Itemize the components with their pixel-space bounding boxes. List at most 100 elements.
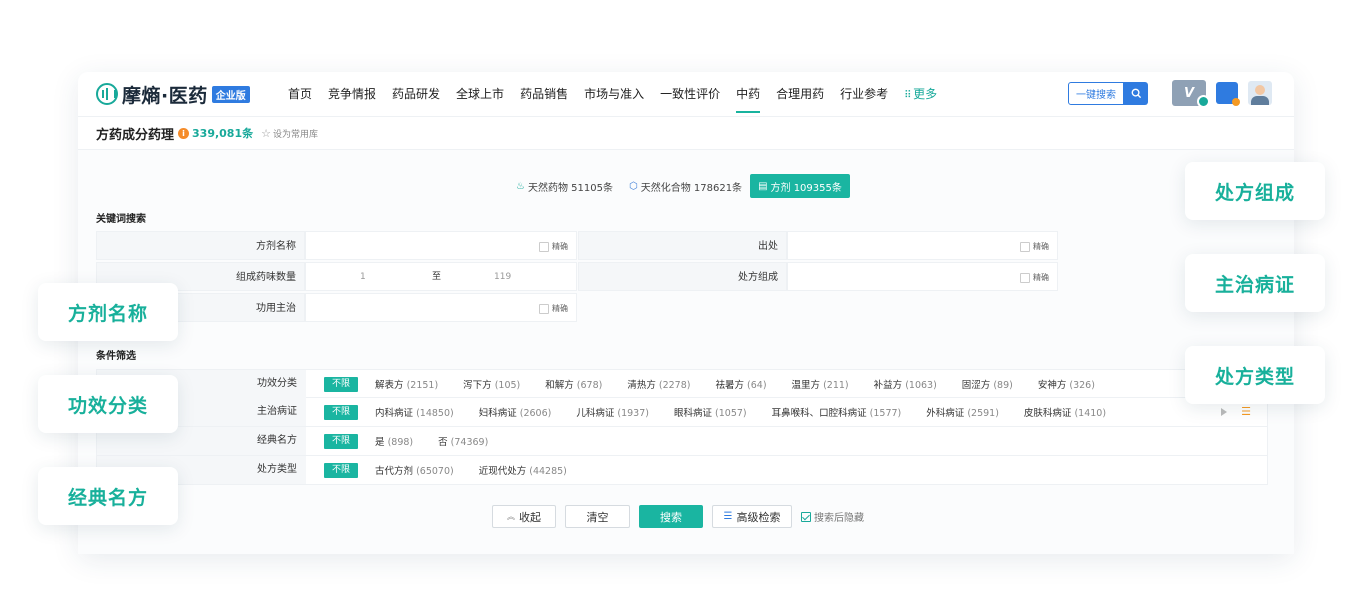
filter-all-tag[interactable]: 不限 bbox=[324, 376, 359, 392]
formula-name-label: 方剂名称 bbox=[96, 231, 305, 260]
filter-option[interactable]: 内科病证 (14850) bbox=[375, 405, 454, 419]
filter-option[interactable]: 否 (74369) bbox=[438, 434, 488, 448]
filter-option-name: 和解方 bbox=[545, 380, 574, 391]
source-label: 出处 bbox=[578, 231, 787, 260]
grid-dots-icon: ⠿ bbox=[904, 90, 912, 101]
filter-option[interactable]: 祛暑方 (64) bbox=[715, 377, 766, 391]
filter-option[interactable]: 眼科病证 (1057) bbox=[674, 405, 747, 419]
formula-name-input[interactable]: 精确 bbox=[305, 231, 577, 260]
range-max-input[interactable]: 119 bbox=[494, 263, 511, 292]
composition-input[interactable]: 精确 bbox=[787, 262, 1058, 291]
nav-item[interactable]: 全球上市 bbox=[456, 72, 504, 116]
filter-option-name: 安神方 bbox=[1037, 380, 1067, 391]
filter-all-tag[interactable]: 不限 bbox=[324, 462, 359, 478]
filter-option[interactable]: 古代方剂 (65070) bbox=[375, 463, 454, 477]
exact-checkbox[interactable]: 精确 bbox=[1020, 241, 1049, 252]
nav-item[interactable]: 中药 bbox=[736, 72, 761, 116]
filter-option[interactable]: 妇科病证 (2606) bbox=[479, 405, 552, 419]
filter-option-name: 补益方 bbox=[873, 380, 903, 391]
filter-option-count: (65070) bbox=[416, 466, 454, 477]
hide-after-search-checkbox[interactable]: 搜索后隐藏 bbox=[801, 509, 864, 524]
callout-efficacy: 功效分类 bbox=[38, 375, 178, 433]
nav-more[interactable]: ⠿ 更多 bbox=[904, 72, 937, 116]
filter-option[interactable]: 安神方 (326) bbox=[1038, 377, 1095, 391]
checkbox-icon bbox=[1020, 272, 1030, 283]
indication-input[interactable]: 精确 bbox=[305, 293, 577, 322]
exact-checkbox[interactable]: 精确 bbox=[1020, 272, 1049, 283]
favorite-label: 设为常用库 bbox=[273, 129, 319, 140]
filter-option[interactable]: 解表方 (2151) bbox=[375, 377, 438, 391]
filter-option-name: 古代方剂 bbox=[375, 466, 414, 477]
filter-option-name: 固涩方 bbox=[961, 380, 991, 391]
filter-all-tag[interactable]: 不限 bbox=[324, 404, 359, 420]
keyword-row: 方剂名称 精确 出处 精确 bbox=[96, 231, 1058, 262]
callout-indication: 主治病证 bbox=[1185, 254, 1325, 312]
quick-search-button[interactable] bbox=[1124, 82, 1148, 105]
exact-checkbox[interactable]: 精确 bbox=[539, 303, 568, 314]
nav-item[interactable]: 首页 bbox=[288, 72, 312, 116]
filter-option-count: (1937) bbox=[617, 408, 649, 419]
vip-icon[interactable]: V bbox=[1172, 80, 1210, 108]
nav-item[interactable]: 市场与准入 bbox=[584, 72, 644, 116]
source-input[interactable]: 精确 bbox=[787, 231, 1058, 260]
filter-search-icon[interactable]: ☰ bbox=[1241, 405, 1251, 418]
keyword-row: 功用主治 精确 bbox=[96, 293, 1058, 324]
filter-option[interactable]: 补益方 (1063) bbox=[874, 377, 937, 391]
filter-option[interactable]: 近现代处方 (44285) bbox=[479, 463, 567, 477]
filter-option-name: 外科病证 bbox=[926, 408, 965, 419]
clear-button[interactable]: 清空 bbox=[565, 505, 630, 528]
collapse-button[interactable]: ︽ 收起 bbox=[492, 505, 556, 528]
callout-prescription-type: 处方类型 bbox=[1185, 346, 1325, 404]
database-tab-label: 天然药物 51105条 bbox=[527, 182, 613, 194]
nav-item[interactable]: 竞争情报 bbox=[328, 72, 376, 116]
keyword-form: 方剂名称 精确 出处 精确 组成药味数量 1 至 119 处方组成 精确 功用主… bbox=[96, 231, 1058, 324]
nav-item[interactable]: 行业参考 bbox=[840, 72, 888, 116]
filter-option-count: (2606) bbox=[519, 408, 552, 419]
document-icon: ▤ bbox=[758, 180, 768, 192]
callout-formula-name: 方剂名称 bbox=[38, 283, 178, 341]
filter-option[interactable]: 固涩方 (89) bbox=[962, 377, 1013, 391]
filter-option-count: (326) bbox=[1069, 380, 1095, 391]
filter-row: 功效分类 不限 解表方 (2151) 泻下方 (105) 和解方 (678) 清热方 (2… bbox=[96, 369, 1268, 398]
avatar[interactable] bbox=[1248, 81, 1272, 105]
checkbox-icon bbox=[539, 303, 549, 314]
exact-checkbox[interactable]: 精确 bbox=[539, 241, 568, 252]
filter-option[interactable]: 儿科病证 (1937) bbox=[576, 405, 649, 419]
advanced-search-button[interactable]: ☰ 高级检索 bbox=[712, 505, 792, 528]
favorite-button[interactable]: ☆ 设为常用库 bbox=[261, 127, 318, 140]
filter-option[interactable]: 外科病证 (2591) bbox=[926, 405, 999, 419]
filter-option-count: (211) bbox=[823, 380, 849, 391]
range-min-input[interactable]: 1 bbox=[360, 263, 366, 292]
filter-option-count: (2151) bbox=[406, 380, 439, 391]
database-tab[interactable]: ▤ 方剂 109355条 bbox=[750, 174, 850, 198]
filter-options: 不限 内科病证 (14850) 妇科病证 (2606) 儿科病证 (1937) 眼科病证… bbox=[324, 398, 1131, 426]
nav-item[interactable]: 药品销售 bbox=[520, 72, 568, 116]
database-tab[interactable]: ♨ 天然药物 51105条 bbox=[508, 174, 621, 198]
manual-icon[interactable] bbox=[1216, 82, 1240, 106]
page-header: 方药成分药理 i 339,081条 ☆ 设为常用库 bbox=[78, 116, 1294, 150]
filter-option[interactable]: 泻下方 (105) bbox=[463, 377, 520, 391]
filter-option[interactable]: 清热方 (2278) bbox=[627, 377, 690, 391]
search-button[interactable]: 搜索 bbox=[639, 505, 703, 528]
nav-item[interactable]: 药品研发 bbox=[392, 72, 440, 116]
filter-option-name: 是 bbox=[375, 437, 385, 448]
filter-option[interactable]: 是 (898) bbox=[375, 434, 413, 448]
nav-item[interactable]: 一致性评价 bbox=[660, 72, 720, 116]
filter-option[interactable]: 耳鼻喉科、口腔科病证 (1577) bbox=[772, 405, 902, 419]
nav-item[interactable]: 合理用药 bbox=[776, 72, 824, 116]
quick-search[interactable]: 一键搜索 bbox=[1068, 82, 1148, 105]
database-tab[interactable]: ⬡ 天然化合物 178621条 bbox=[621, 174, 750, 198]
filter-option[interactable]: 和解方 (678) bbox=[545, 377, 602, 391]
filter-option-name: 耳鼻喉科、口腔科病证 bbox=[771, 408, 867, 419]
herb-count-range: 1 至 119 bbox=[305, 262, 577, 291]
checkbox-icon bbox=[539, 241, 549, 252]
filter-option[interactable]: 温里方 (211) bbox=[792, 377, 849, 391]
expand-arrow-icon[interactable] bbox=[1221, 407, 1228, 416]
filter-tools: ☰ bbox=[1221, 405, 1251, 418]
filter-all-tag[interactable]: 不限 bbox=[324, 433, 359, 449]
app-logo[interactable]: 摩熵·医药 企业版 bbox=[96, 80, 250, 108]
quick-search-input[interactable]: 一键搜索 bbox=[1068, 82, 1124, 105]
info-icon[interactable]: i bbox=[178, 127, 190, 139]
advanced-search-icon: ☰ bbox=[723, 511, 733, 522]
filter-option[interactable]: 皮肤科病证 (1410) bbox=[1024, 405, 1106, 419]
